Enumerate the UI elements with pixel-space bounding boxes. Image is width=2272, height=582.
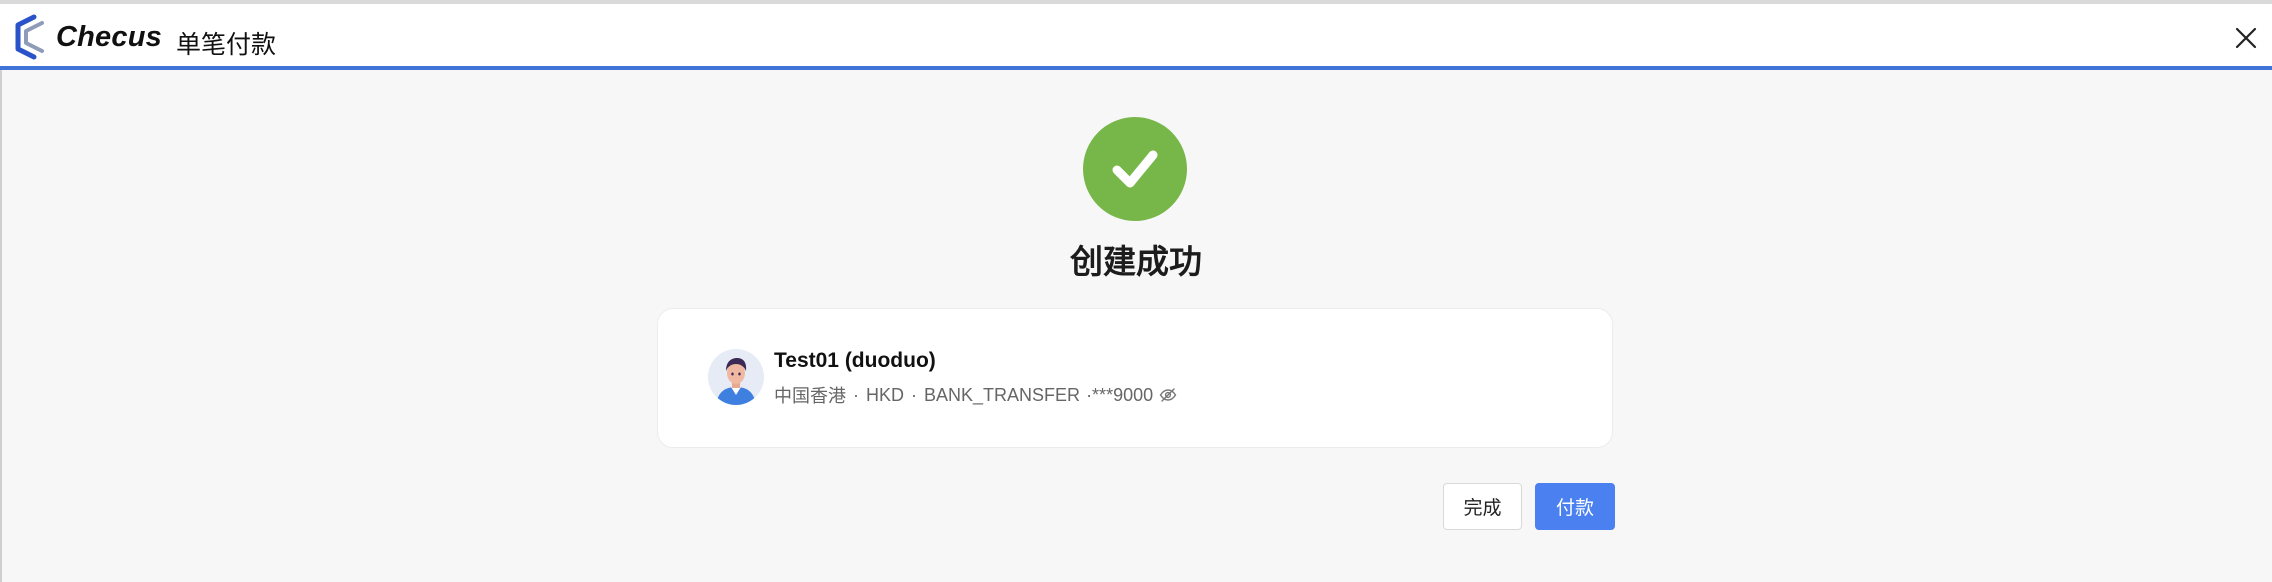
done-button[interactable]: 完成 [1443, 483, 1522, 530]
brand-logo: Checus [12, 12, 162, 62]
dialog-header: Checus 单笔付款 [0, 4, 2272, 70]
payee-method: BANK_TRANSFER [924, 384, 1081, 405]
pay-button[interactable]: 付款 [1535, 483, 1615, 530]
close-button[interactable] [2234, 26, 2258, 50]
avatar-icon [708, 349, 764, 405]
success-title: 创建成功 [1070, 242, 1202, 281]
page-title: 单笔付款 [176, 30, 277, 59]
payee-region: 中国香港 [774, 386, 846, 406]
payee-account: ·***9000 [1086, 384, 1154, 405]
left-window-edge [0, 70, 2, 582]
brand-name: Checus [56, 20, 162, 53]
payee-details: 中国香港 · HKD · BANK_TRANSFER ·***9000 [774, 382, 1177, 408]
payee-name: Test01 (duoduo) [774, 349, 936, 372]
checus-logo-icon [12, 14, 48, 60]
check-circle-icon [1083, 117, 1187, 221]
payee-card: Test01 (duoduo) 中国香港 · HKD · BANK_TRANSF… [657, 308, 1613, 448]
close-icon [2234, 27, 2258, 54]
eye-off-icon[interactable] [1159, 386, 1177, 404]
payee-currency: HKD [866, 384, 905, 405]
separator: · [911, 384, 918, 405]
main-content: 创建成功 Test01 (duoduo) 中国香港 · HKD · BANK_T… [0, 70, 2272, 582]
separator: · [853, 384, 859, 405]
